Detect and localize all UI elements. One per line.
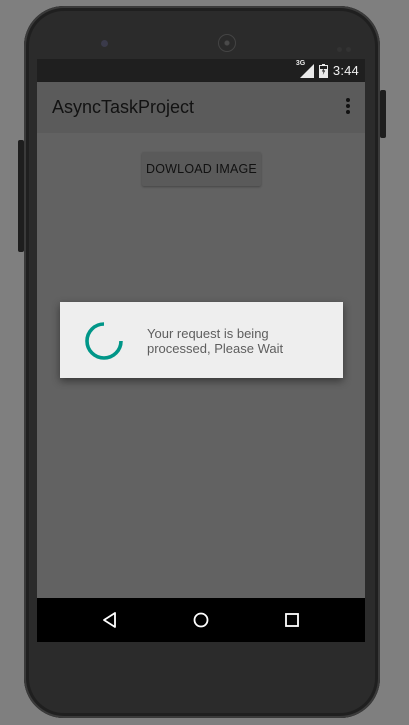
status-bar: 3G 3:44: [37, 59, 365, 82]
status-icons: 3G 3:44: [296, 60, 359, 79]
device-screen: 3G 3:44 AsyncTaskProject DOWLOAD IMAGE Y…: [37, 59, 365, 642]
earpiece-speaker-icon: [218, 34, 236, 52]
back-icon[interactable]: [100, 610, 120, 630]
status-time: 3:44: [332, 63, 359, 78]
app-bar: AsyncTaskProject: [37, 82, 365, 133]
dialog-message-line-1: Your request is being: [147, 326, 269, 341]
navigation-bar: [37, 598, 365, 642]
signal-icon: 3G: [296, 60, 314, 78]
battery-icon: [318, 63, 328, 78]
screenshot-stage: 3G 3:44 AsyncTaskProject DOWLOAD IMAGE Y…: [0, 0, 409, 725]
app-title: AsyncTaskProject: [52, 97, 195, 117]
recents-icon[interactable]: [282, 610, 302, 630]
download-image-button[interactable]: DOWLOAD IMAGE: [142, 152, 261, 186]
power-button: [380, 90, 386, 138]
progress-spinner-icon: [84, 321, 124, 361]
front-camera-icon: [101, 40, 108, 47]
dialog-message-line-2: processed, Please Wait: [147, 341, 284, 356]
more-vert-icon[interactable]: [345, 98, 351, 118]
dialog-message: Your request is being processed, Please …: [147, 326, 327, 356]
main-content: DOWLOAD IMAGE Your request is being proc…: [37, 133, 365, 598]
progress-dialog: Your request is being processed, Please …: [60, 302, 343, 378]
home-icon[interactable]: [191, 610, 211, 630]
proximity-sensors: [337, 39, 355, 52]
network-type-label: 3G: [295, 59, 306, 67]
